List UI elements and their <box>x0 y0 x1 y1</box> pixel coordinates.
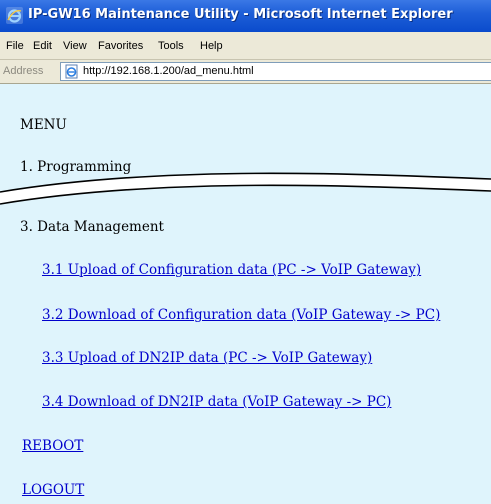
page-break-divider <box>0 172 491 205</box>
link-reboot[interactable]: REBOOT <box>22 438 83 454</box>
menu-favorites[interactable]: Favorites <box>98 40 143 52</box>
address-input[interactable]: http://192.168.1.200/ad_menu.html <box>60 62 491 81</box>
link-upload-dn2ip[interactable]: 3.3 Upload of DN2IP data (PC -> VoIP Gat… <box>42 350 372 366</box>
page-content: MENU 1. Programming 3. Data Management 3… <box>0 84 491 504</box>
menu-view[interactable]: View <box>63 40 87 52</box>
menu-heading: MENU <box>20 117 67 133</box>
menu-bar: File Edit View Favorites Tools Help <box>0 32 491 60</box>
page-icon <box>65 64 78 79</box>
link-upload-config[interactable]: 3.1 Upload of Configuration data (PC -> … <box>42 262 421 278</box>
menu-help[interactable]: Help <box>200 40 223 52</box>
link-download-dn2ip[interactable]: 3.4 Download of DN2IP data (VoIP Gateway… <box>42 394 391 410</box>
address-bar: Address http://192.168.1.200/ad_menu.htm… <box>0 60 491 84</box>
address-label: Address <box>3 65 44 77</box>
menu-edit[interactable]: Edit <box>33 40 52 52</box>
address-url: http://192.168.1.200/ad_menu.html <box>83 65 254 77</box>
internet-explorer-icon <box>6 7 23 24</box>
link-download-config[interactable]: 3.2 Download of Configuration data (VoIP… <box>42 307 440 323</box>
title-bar: IP-GW16 Maintenance Utility - Microsoft … <box>0 0 491 32</box>
link-logout[interactable]: LOGOUT <box>22 482 84 498</box>
window-title: IP-GW16 Maintenance Utility - Microsoft … <box>28 7 453 22</box>
section-data-management: 3. Data Management <box>20 219 164 235</box>
menu-file[interactable]: File <box>6 40 24 52</box>
menu-tools[interactable]: Tools <box>158 40 184 52</box>
